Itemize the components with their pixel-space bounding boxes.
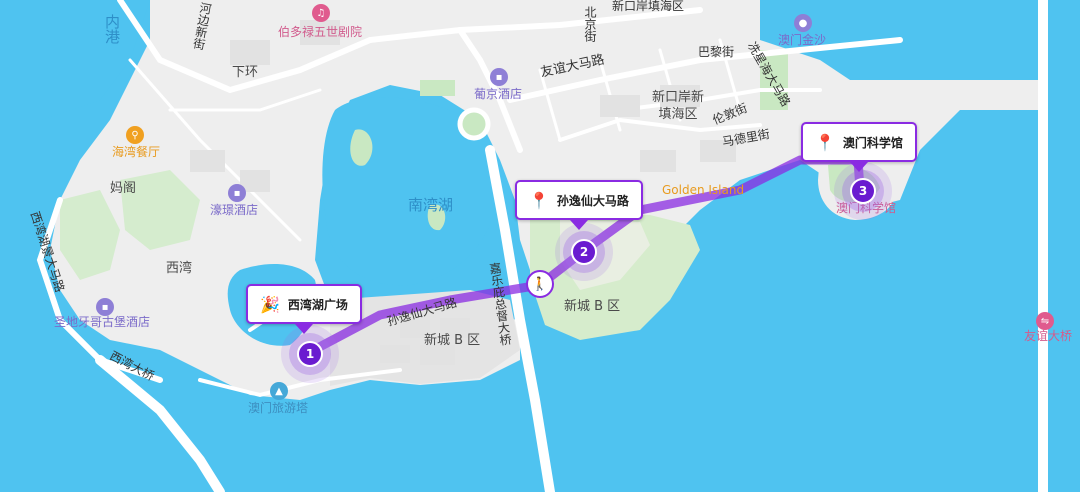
- road-label-you-yi-east: 友谊大桥: [1024, 329, 1073, 343]
- poi-fortress-label[interactable]: 圣地牙哥古堡酒店: [54, 316, 150, 328]
- poi-theatre-label[interactable]: 伯多禄五世剧院: [278, 26, 362, 38]
- casino-icon[interactable]: ●: [794, 14, 812, 32]
- inner-harbour-label: 内港: [103, 14, 121, 44]
- hotel-icon[interactable]: ▪: [490, 68, 508, 86]
- hotel-icon[interactable]: ▪: [96, 298, 114, 316]
- poi-golden-island-label[interactable]: Golden Island: [662, 184, 744, 196]
- road-label-beijing: 北京街: [583, 6, 597, 42]
- poi-macau-golden-label[interactable]: 澳门金沙: [778, 34, 826, 46]
- route-stop-2-callout[interactable]: 📍 孙逸仙大马路: [515, 180, 643, 220]
- poi-hotel-label[interactable]: 濠璟酒店: [210, 204, 258, 216]
- pedestrian-icon[interactable]: 🚶: [526, 270, 554, 298]
- nam-van-lake-label: 南湾湖: [408, 196, 454, 214]
- zone-b-left-label: 新城 B 区: [424, 333, 481, 348]
- route-stop-3-callout[interactable]: 📍 澳门科学馆: [801, 122, 917, 162]
- bridge-icon[interactable]: ⇋: [1036, 312, 1054, 330]
- route-stop-2-marker[interactable]: 2: [571, 239, 597, 265]
- novos-aterros-label: 新口岸新 填海区: [652, 90, 705, 122]
- poi-lisboa-label[interactable]: 葡京酒店: [474, 88, 522, 100]
- map-pin-icon: 📍: [815, 132, 835, 152]
- party-popper-icon: 🎉: [260, 294, 280, 314]
- road-label-xin-kou-an: 新口岸填海区: [612, 0, 685, 13]
- sai-van-label: 西湾: [166, 261, 193, 276]
- zone-b-right-label: 新城 B 区: [564, 299, 621, 314]
- map-pin-icon: 📍: [529, 190, 549, 210]
- route-stop-1-label: 西湾湖广场: [287, 297, 348, 312]
- ha-wan-label: 下环: [232, 65, 259, 80]
- ma-kok-label: 妈阁: [110, 181, 137, 196]
- tower-icon[interactable]: ▲: [270, 382, 288, 400]
- map-canvas[interactable]: 内港 南湾湖 下环 妈阁 西湾 新口岸新 填海区 新城 B 区 新城 B 区 河…: [0, 0, 1080, 492]
- poi-tower-label[interactable]: 澳门旅游塔: [248, 402, 308, 414]
- restaurant-icon[interactable]: ⚲: [126, 126, 144, 144]
- route-stop-2-label: 孙逸仙大马路: [556, 193, 629, 208]
- route-stop-1-marker[interactable]: 1: [297, 341, 323, 367]
- poi-seafood-label[interactable]: 海湾餐厅: [112, 146, 160, 158]
- route-stop-3-marker[interactable]: 3: [850, 178, 876, 204]
- road-label-ba-li: 巴黎街: [698, 45, 735, 59]
- route-stop-1-callout[interactable]: 🎉 西湾湖广场: [246, 284, 362, 324]
- poi-science-center-label[interactable]: 澳门科学馆: [836, 202, 896, 214]
- theater-icon[interactable]: ♫: [312, 4, 330, 22]
- hotel-icon[interactable]: ▪: [228, 184, 246, 202]
- route-stop-3-label: 澳门科学馆: [842, 135, 903, 150]
